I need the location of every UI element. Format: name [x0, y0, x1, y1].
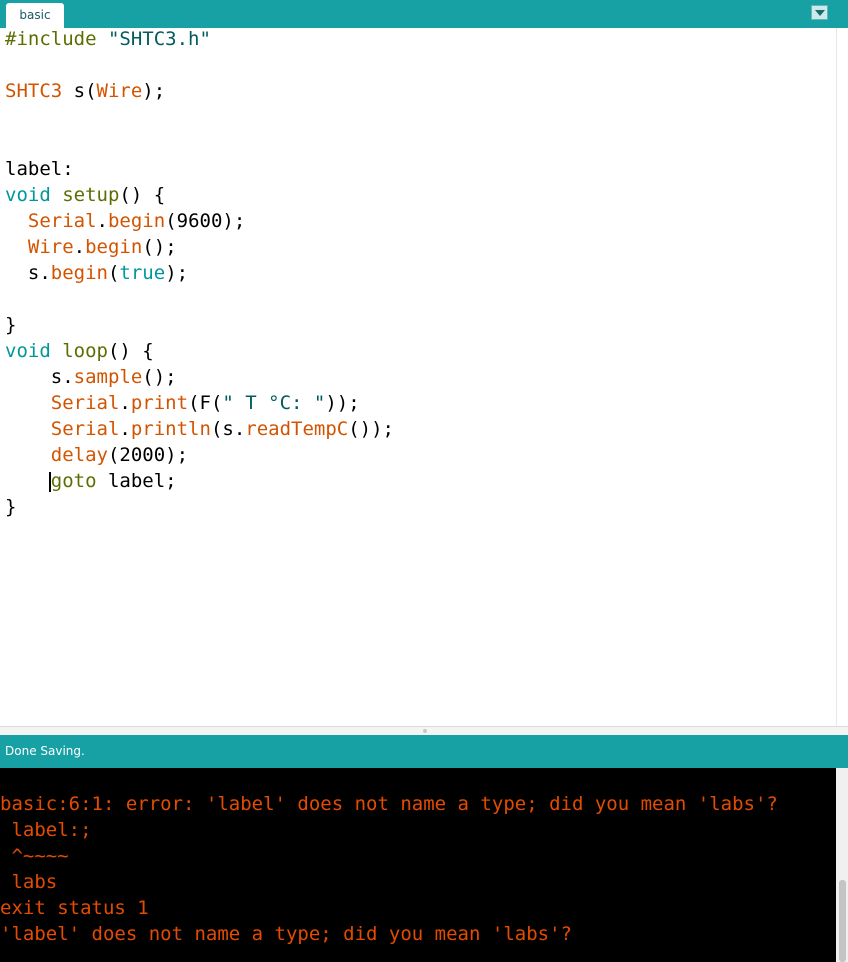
tab-basic[interactable]: basic — [6, 3, 64, 28]
code-token: s. — [5, 366, 74, 388]
code-token: (9600); — [165, 210, 246, 232]
code-token: (s. — [210, 418, 246, 440]
code-token: delay — [50, 444, 108, 466]
code-token: . — [73, 236, 86, 258]
console-scrollbar-thumb[interactable] — [839, 880, 846, 962]
code-token: print — [130, 392, 189, 414]
code-token: Serial — [50, 392, 120, 414]
code-token: s( — [62, 80, 97, 102]
code-token: () { — [119, 184, 166, 206]
code-token: . — [119, 418, 131, 440]
code-line[interactable]: } — [5, 312, 16, 338]
code-line[interactable]: s.begin(true); — [5, 260, 188, 286]
code-token: label: — [5, 158, 74, 180]
tab-bar: basic — [0, 0, 848, 28]
divider-grip-icon[interactable] — [423, 729, 427, 733]
code-token: ); — [165, 262, 189, 284]
code-token: begin — [85, 236, 143, 258]
code-line[interactable]: goto label; — [5, 468, 177, 494]
status-bar: Done Saving. — [0, 735, 848, 768]
code-token: " T °C: " — [222, 392, 326, 414]
console-line: exit status 1 — [0, 897, 149, 919]
code-token: readTempC — [245, 418, 349, 440]
code-line[interactable]: Serial.print(F(" T °C: ")); — [5, 390, 360, 416]
code-line[interactable]: delay(2000); — [5, 442, 188, 468]
code-token: #include — [5, 28, 108, 50]
code-token: void — [5, 340, 51, 362]
editor-scrollbar[interactable] — [836, 28, 848, 726]
code-token: (); — [142, 366, 177, 388]
code-token: begin — [50, 262, 108, 284]
console-line: ^~~~~ — [0, 845, 69, 867]
code-token: label; — [96, 470, 177, 492]
status-message: Done Saving. — [5, 744, 85, 758]
console-line: labs — [0, 871, 58, 893]
code-token: Serial — [50, 418, 120, 440]
code-editor[interactable]: #include "SHTC3.h" SHTC3 s(Wire); label: vo… — [0, 28, 836, 726]
code-line[interactable]: SHTC3 s(Wire); — [5, 78, 165, 104]
code-token: ()); — [348, 418, 394, 440]
code-token: Wire — [96, 80, 143, 102]
code-token: SHTC3 — [5, 80, 63, 102]
code-token: Serial — [27, 210, 97, 232]
code-token: (2000); — [107, 444, 189, 466]
code-token: } — [5, 314, 17, 336]
code-token: setup — [62, 184, 120, 206]
code-line[interactable]: label: — [5, 156, 74, 182]
console-output[interactable]: basic:6:1: error: 'label' does not name … — [0, 768, 836, 962]
code-token: true — [119, 262, 166, 284]
code-token: () { — [107, 340, 154, 362]
code-token: ( — [107, 262, 120, 284]
code-line[interactable]: #include "SHTC3.h" — [5, 26, 211, 52]
code-token: "SHTC3.h" — [107, 28, 211, 50]
tab-menu-button[interactable] — [811, 5, 828, 20]
code-line[interactable]: } — [5, 494, 16, 520]
console-line: basic:6:1: error: 'label' does not name … — [0, 793, 778, 815]
code-token: } — [5, 496, 17, 518]
code-line[interactable]: Wire.begin(); — [5, 234, 177, 260]
code-token: s. — [5, 262, 51, 284]
code-token: ); — [142, 80, 166, 102]
code-token: goto — [50, 470, 97, 492]
code-token: . — [119, 392, 131, 414]
code-line[interactable]: void setup() { — [5, 182, 165, 208]
console-line: 'label' does not name a type; did you me… — [0, 923, 572, 945]
code-token: sample — [73, 366, 143, 388]
code-token: . — [96, 210, 108, 232]
code-token: Wire — [27, 236, 74, 258]
code-line[interactable]: void loop() { — [5, 338, 154, 364]
code-token: println — [130, 418, 211, 440]
code-line[interactable]: Serial.begin(9600); — [5, 208, 245, 234]
code-line[interactable]: Serial.println(s.readTempC()); — [5, 416, 394, 442]
code-line[interactable]: s.sample(); — [5, 364, 177, 390]
code-token: void — [5, 184, 51, 206]
code-token: (F( — [188, 392, 223, 414]
code-token: (); — [142, 236, 177, 258]
console-line: label:; — [0, 819, 92, 841]
text-cursor — [49, 472, 51, 492]
code-token: )); — [325, 392, 360, 414]
code-token: begin — [107, 210, 166, 232]
code-token: loop — [62, 340, 108, 362]
